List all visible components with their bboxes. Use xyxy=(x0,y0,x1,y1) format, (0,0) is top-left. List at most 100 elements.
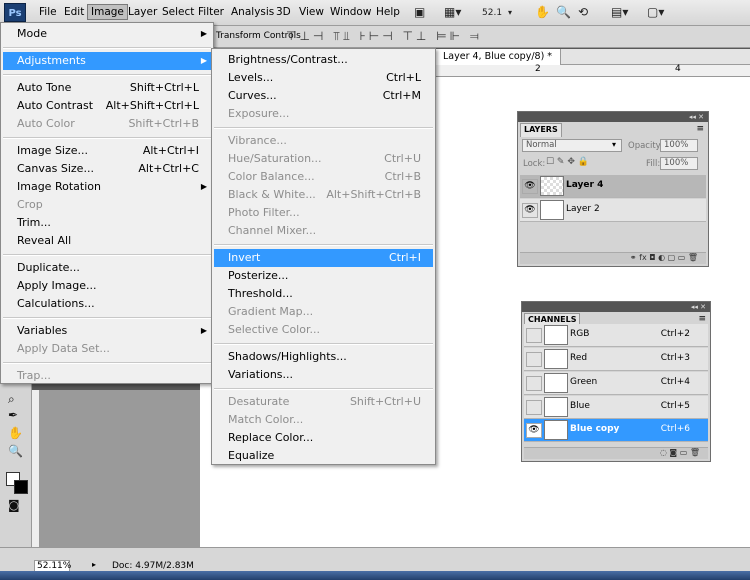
menu-item-apply-image[interactable]: Apply Image... xyxy=(3,277,211,295)
menu-item-shortcut: Alt+Shift+Ctrl+L xyxy=(105,99,199,112)
menu-item-trim[interactable]: Trim... xyxy=(3,214,211,232)
menu-item-shortcut: Ctrl+B xyxy=(384,170,421,183)
menu-item-canvas-size[interactable]: Canvas Size... Alt+Ctrl+C xyxy=(3,160,211,178)
menu-item-auto-contrast[interactable]: Auto Contrast Alt+Shift+Ctrl+L xyxy=(3,97,211,115)
panel-collapse-icon[interactable]: ◂◂ ✕ xyxy=(518,112,708,122)
windows-taskbar xyxy=(0,571,750,580)
channel-row[interactable]: Blue Ctrl+5 xyxy=(524,396,708,419)
menu-file[interactable]: File xyxy=(36,5,60,19)
menu-item-label: Apply Data Set... xyxy=(17,342,110,355)
menu-item-crop: Crop xyxy=(3,196,211,214)
menu-item-posterize[interactable]: Posterize... xyxy=(214,267,433,285)
menu-analysis[interactable]: Analysis xyxy=(228,5,277,19)
menu-separator xyxy=(3,255,211,256)
pen-tool-icon[interactable]: ✒ xyxy=(8,408,18,422)
menu-item-shadows-highlights[interactable]: Shadows/Highlights... xyxy=(214,348,433,366)
zoom-tool-icon[interactable]: 🔍 xyxy=(8,444,23,458)
menu-item-label: Trim... xyxy=(17,216,51,229)
visibility-toggle[interactable] xyxy=(526,376,542,391)
menu-item-auto-tone[interactable]: Auto Tone Shift+Ctrl+L xyxy=(3,79,211,97)
hand-tool-icon[interactable]: ✋ xyxy=(535,5,550,19)
menu-layer[interactable]: Layer xyxy=(125,5,160,19)
menu-item-image-size[interactable]: Image Size... Alt+Ctrl+I xyxy=(3,142,211,160)
zoom-dropdown-icon[interactable]: ▾ xyxy=(508,8,512,17)
channel-thumbnail xyxy=(544,397,568,417)
channel-name: Green xyxy=(570,377,598,387)
menu-window[interactable]: Window xyxy=(327,5,374,19)
menu-item-mode[interactable]: Mode ▶ xyxy=(3,25,211,43)
arrange-documents-icon[interactable]: ▤▾ xyxy=(611,5,628,19)
menu-item-label: Invert xyxy=(228,251,261,264)
status-arrow-icon[interactable]: ▸ xyxy=(92,560,96,569)
opacity-field[interactable]: 100% xyxy=(660,139,698,152)
menu-item-threshold[interactable]: Threshold... xyxy=(214,285,433,303)
submenu-arrow-icon: ▶ xyxy=(200,326,207,335)
layer-row[interactable]: 👁 Layer 2 xyxy=(520,199,706,222)
menu-item-invert[interactable]: Invert Ctrl+I xyxy=(214,249,433,267)
blend-mode-select[interactable]: Normal xyxy=(522,139,622,152)
menu-item-replace-color[interactable]: Replace Color... xyxy=(214,429,433,447)
document-tab[interactable]: Layer 4, Blue copy/8) * xyxy=(435,49,562,65)
visibility-toggle[interactable] xyxy=(526,400,542,415)
menu-item-adjustments[interactable]: Adjustments ▶ xyxy=(3,52,211,70)
visibility-toggle[interactable] xyxy=(526,352,542,367)
menu-separator xyxy=(214,389,433,390)
tools-panel: ⌕ ✒ ✋ 🔍 ◙ xyxy=(0,380,32,548)
menu-item-photo-filter: Photo Filter... xyxy=(214,204,433,222)
visibility-eye-icon[interactable]: 👁 xyxy=(522,203,538,218)
menu-view[interactable]: View xyxy=(296,5,327,19)
menu-item-calculations[interactable]: Calculations... xyxy=(3,295,211,313)
dodge-tool-icon[interactable]: ⌕ xyxy=(8,392,15,407)
visibility-toggle[interactable] xyxy=(526,328,542,343)
photoshop-logo: Ps xyxy=(4,3,26,22)
panel-menu-icon[interactable]: ≡ xyxy=(696,124,704,134)
menu-edit[interactable]: Edit xyxy=(61,5,87,19)
menu-item-curves[interactable]: Curves... Ctrl+M xyxy=(214,87,433,105)
menu-item-image-rotation[interactable]: Image Rotation ▶ xyxy=(3,178,211,196)
visibility-eye-icon[interactable]: 👁 xyxy=(522,179,538,194)
channel-row[interactable]: RGB Ctrl+2 xyxy=(524,324,708,347)
menu-item-levels[interactable]: Levels... Ctrl+L xyxy=(214,69,433,87)
menu-item-duplicate[interactable]: Duplicate... xyxy=(3,259,211,277)
menu-item-reveal-all[interactable]: Reveal All xyxy=(3,232,211,250)
channel-row[interactable]: Green Ctrl+4 xyxy=(524,372,708,395)
menu-help[interactable]: Help xyxy=(373,5,403,19)
background-color-swatch[interactable] xyxy=(14,480,28,494)
menu-item-shortcut: Shift+Ctrl+U xyxy=(349,395,421,408)
menu-item-label: Brightness/Contrast... xyxy=(228,53,348,66)
layers-tab[interactable]: LAYERS xyxy=(520,123,562,137)
channel-row[interactable]: Red Ctrl+3 xyxy=(524,348,708,371)
align-icons[interactable]: ⊤⊥⊣ ⫪⫫ ⊦⊢⊣ ⊤⊥ ⊨⊩ ⫤ xyxy=(286,29,482,44)
menu-item-label: Reveal All xyxy=(17,234,72,247)
layer-row[interactable]: 👁 Layer 4 xyxy=(520,175,706,198)
menu-item-label: Exposure... xyxy=(228,107,290,120)
hand-tool-icon[interactable]: ✋ xyxy=(8,426,23,440)
panel-collapse-icon[interactable]: ◂◂ ✕ xyxy=(522,302,710,312)
quick-mask-icon[interactable]: ◙ xyxy=(8,498,20,512)
lock-icons[interactable]: ☐ ✎ ✥ 🔒 xyxy=(546,157,589,167)
menu-item-variables[interactable]: Variables ▶ xyxy=(3,322,211,340)
menu-filter[interactable]: Filter xyxy=(195,5,227,19)
fill-field[interactable]: 100% xyxy=(660,157,698,170)
bridge-icon[interactable]: ▣ xyxy=(414,5,425,19)
menu-item-brightness-contrast[interactable]: Brightness/Contrast... xyxy=(214,51,433,69)
channel-row[interactable]: 👁 Blue copy Ctrl+6 xyxy=(524,419,708,442)
menu-item-equalize[interactable]: Equalize xyxy=(214,447,433,465)
menu-select[interactable]: Select xyxy=(159,5,197,19)
menu-image[interactable]: Image xyxy=(87,4,128,20)
menu-item-variations[interactable]: Variations... xyxy=(214,366,433,384)
zoom-level[interactable]: 52.1 xyxy=(482,8,502,18)
vertical-ruler xyxy=(32,390,40,548)
visibility-eye-icon[interactable]: 👁 xyxy=(526,423,542,438)
channel-thumbnail xyxy=(544,325,568,345)
menu-item-label: Calculations... xyxy=(17,297,95,310)
view-extras-icon[interactable]: ▦▾ xyxy=(444,5,461,19)
zoom-tool-icon[interactable]: 🔍 xyxy=(556,5,571,19)
screen-mode-icon[interactable]: ▢▾ xyxy=(647,5,664,19)
panel-menu-icon[interactable]: ≡ xyxy=(698,314,706,324)
layers-panel-footer[interactable]: ⚭ fx ◘ ◐ ▢ ▭ 🗑 xyxy=(520,252,706,264)
rotate-view-icon[interactable]: ⟲ xyxy=(578,5,588,19)
menu-3d[interactable]: 3D xyxy=(273,5,294,19)
channels-panel-footer[interactable]: ◌ ◙ ▭ 🗑 xyxy=(524,447,708,459)
menu-item-exposure: Exposure... xyxy=(214,105,433,123)
